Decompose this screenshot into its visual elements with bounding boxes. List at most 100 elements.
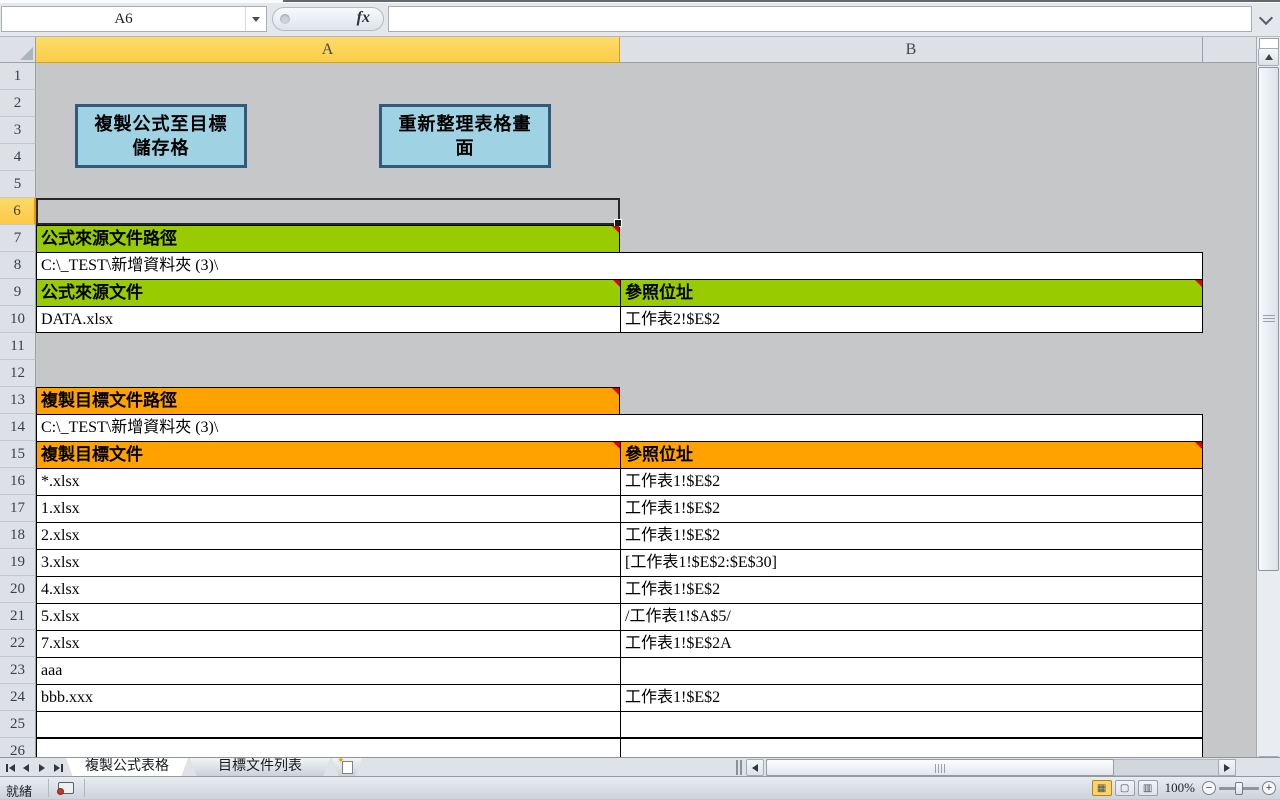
scroll-up-button[interactable] <box>1258 48 1279 66</box>
cell-B20[interactable]: 工作表1!$E$2 <box>620 576 1203 603</box>
row-header-25[interactable]: 25 <box>0 711 36 738</box>
tab-nav-prev-button[interactable] <box>19 760 33 775</box>
cell-B19[interactable]: [工作表1!$E$2:$E$30] <box>620 549 1203 576</box>
cell-A18[interactable]: 2.xlsx <box>36 522 620 549</box>
column-header-A[interactable]: A <box>36 37 620 63</box>
cell-B21[interactable]: /工作表1!$A$5/ <box>620 603 1203 630</box>
cell-A13[interactable]: 複製目標文件路徑 <box>36 387 620 414</box>
fx-icon[interactable]: fx <box>357 9 370 27</box>
cell-A21[interactable]: 5.xlsx <box>36 603 620 630</box>
row-header-13[interactable]: 13 <box>0 387 36 414</box>
cell-B13[interactable] <box>620 387 1203 414</box>
row-header-20[interactable]: 20 <box>0 576 36 603</box>
vertical-scroll-thumb[interactable] <box>1258 67 1279 571</box>
column-header-B[interactable]: B <box>620 37 1203 63</box>
zoom-in-button[interactable]: + <box>1262 781 1276 795</box>
row-header-9[interactable]: 9 <box>0 279 36 306</box>
selected-cell-A6[interactable] <box>36 198 622 227</box>
row-header-4[interactable]: 4 <box>0 144 36 171</box>
tab-nav-last-button[interactable] <box>51 760 65 775</box>
cell-B22[interactable]: 工作表1!$E$2A <box>620 630 1203 657</box>
view-normal-button[interactable]: ▦ <box>1091 780 1112 796</box>
cell-A12[interactable] <box>36 360 620 387</box>
cell-A14-merged[interactable]: C:\_TEST\新增資料夾 (3)\ <box>36 414 1203 441</box>
cell-A11[interactable] <box>36 333 620 360</box>
formula-bar-expand-button[interactable] <box>1256 10 1276 29</box>
cell-B18[interactable]: 工作表1!$E$2 <box>620 522 1203 549</box>
tab-split-handle[interactable] <box>736 760 742 775</box>
formula-input[interactable] <box>388 6 1252 32</box>
cell-B4[interactable] <box>620 144 1203 171</box>
cell-B24[interactable]: 工作表1!$E$2 <box>620 684 1203 711</box>
cell-B3[interactable] <box>620 117 1203 144</box>
row-header-23[interactable]: 23 <box>0 657 36 684</box>
cell-B10[interactable]: 工作表2!$E$2 <box>620 306 1203 333</box>
cell-B7[interactable] <box>620 225 1203 252</box>
cell-B15[interactable]: 參照位址 <box>620 441 1203 468</box>
select-all-button[interactable] <box>0 37 36 63</box>
cell-A10[interactable]: DATA.xlsx <box>36 306 620 333</box>
row-header-12[interactable]: 12 <box>0 360 36 387</box>
cell-A19[interactable]: 3.xlsx <box>36 549 620 576</box>
cell-A23[interactable]: aaa <box>36 657 620 684</box>
cell-B5[interactable] <box>620 171 1203 198</box>
row-header-22[interactable]: 22 <box>0 630 36 657</box>
row-header-18[interactable]: 18 <box>0 522 36 549</box>
cell-B25[interactable] <box>620 711 1203 738</box>
cell-B2[interactable] <box>620 90 1203 117</box>
cell-A16[interactable]: *.xlsx <box>36 468 620 495</box>
row-header-2[interactable]: 2 <box>0 90 36 117</box>
insert-worksheet-tab[interactable]: ✦ <box>332 758 362 777</box>
cell-B9[interactable]: 參照位址 <box>620 279 1203 306</box>
row-header-10[interactable]: 10 <box>0 306 36 333</box>
name-box-dropdown[interactable] <box>245 7 266 31</box>
name-box[interactable]: A6 <box>1 6 267 32</box>
copy-formula-button[interactable]: 複製公式至目標 儲存格 <box>75 104 247 168</box>
zoom-out-button[interactable]: − <box>1202 781 1216 795</box>
cell-A1[interactable] <box>36 63 620 90</box>
insert-function-capsule[interactable]: fx <box>272 7 384 31</box>
vertical-scrollbar[interactable] <box>1256 37 1280 776</box>
cell-B12[interactable] <box>620 360 1203 387</box>
row-header-24[interactable]: 24 <box>0 684 36 711</box>
hscroll-right-button[interactable] <box>1218 759 1236 776</box>
cell-A15[interactable]: 複製目標文件 <box>36 441 620 468</box>
cell-B23[interactable] <box>620 657 1203 684</box>
cell-A9[interactable]: 公式來源文件 <box>36 279 620 306</box>
row-header-6[interactable]: 6 <box>0 198 36 225</box>
cell-A17[interactable]: 1.xlsx <box>36 495 620 522</box>
cell-B17[interactable]: 工作表1!$E$2 <box>620 495 1203 522</box>
zoom-level-label[interactable]: 100% <box>1165 780 1195 796</box>
row-header-19[interactable]: 19 <box>0 549 36 576</box>
row-header-21[interactable]: 21 <box>0 603 36 630</box>
row-header-7[interactable]: 7 <box>0 225 36 252</box>
tab-target-file-list[interactable]: 目標文件列表 <box>190 758 330 777</box>
zoom-slider[interactable] <box>1219 781 1259 795</box>
cell-A24[interactable]: bbb.xxx <box>36 684 620 711</box>
row-header-26[interactable]: 26 <box>0 738 36 757</box>
cell-A25[interactable] <box>36 711 620 738</box>
cell-B26[interactable] <box>620 738 1203 757</box>
tab-nav-next-button[interactable] <box>35 760 49 775</box>
row-header-16[interactable]: 16 <box>0 468 36 495</box>
cell-A7[interactable]: 公式來源文件路徑 <box>36 225 620 252</box>
cell-A5[interactable] <box>36 171 620 198</box>
row-header-15[interactable]: 15 <box>0 441 36 468</box>
hscroll-left-button[interactable] <box>746 759 764 776</box>
row-header-17[interactable]: 17 <box>0 495 36 522</box>
tab-copy-formula-sheet[interactable]: 複製公式表格 <box>66 758 188 777</box>
view-page-break-button[interactable]: ▥ <box>1137 780 1158 796</box>
cell-B1[interactable] <box>620 63 1203 90</box>
row-header-1[interactable]: 1 <box>0 63 36 90</box>
zoom-slider-thumb[interactable] <box>1235 781 1243 795</box>
view-page-layout-button[interactable]: ▢ <box>1114 780 1135 796</box>
cell-A22[interactable]: 7.xlsx <box>36 630 620 657</box>
tab-nav-first-button[interactable] <box>3 760 17 775</box>
row-header-14[interactable]: 14 <box>0 414 36 441</box>
row-header-11[interactable]: 11 <box>0 333 36 360</box>
cell-A26[interactable] <box>36 738 620 757</box>
cell-A8-merged[interactable]: C:\_TEST\新增資料夾 (3)\ <box>36 252 1203 279</box>
cell-A20[interactable]: 4.xlsx <box>36 576 620 603</box>
cell-B6[interactable] <box>620 198 1203 225</box>
cell-B11[interactable] <box>620 333 1203 360</box>
